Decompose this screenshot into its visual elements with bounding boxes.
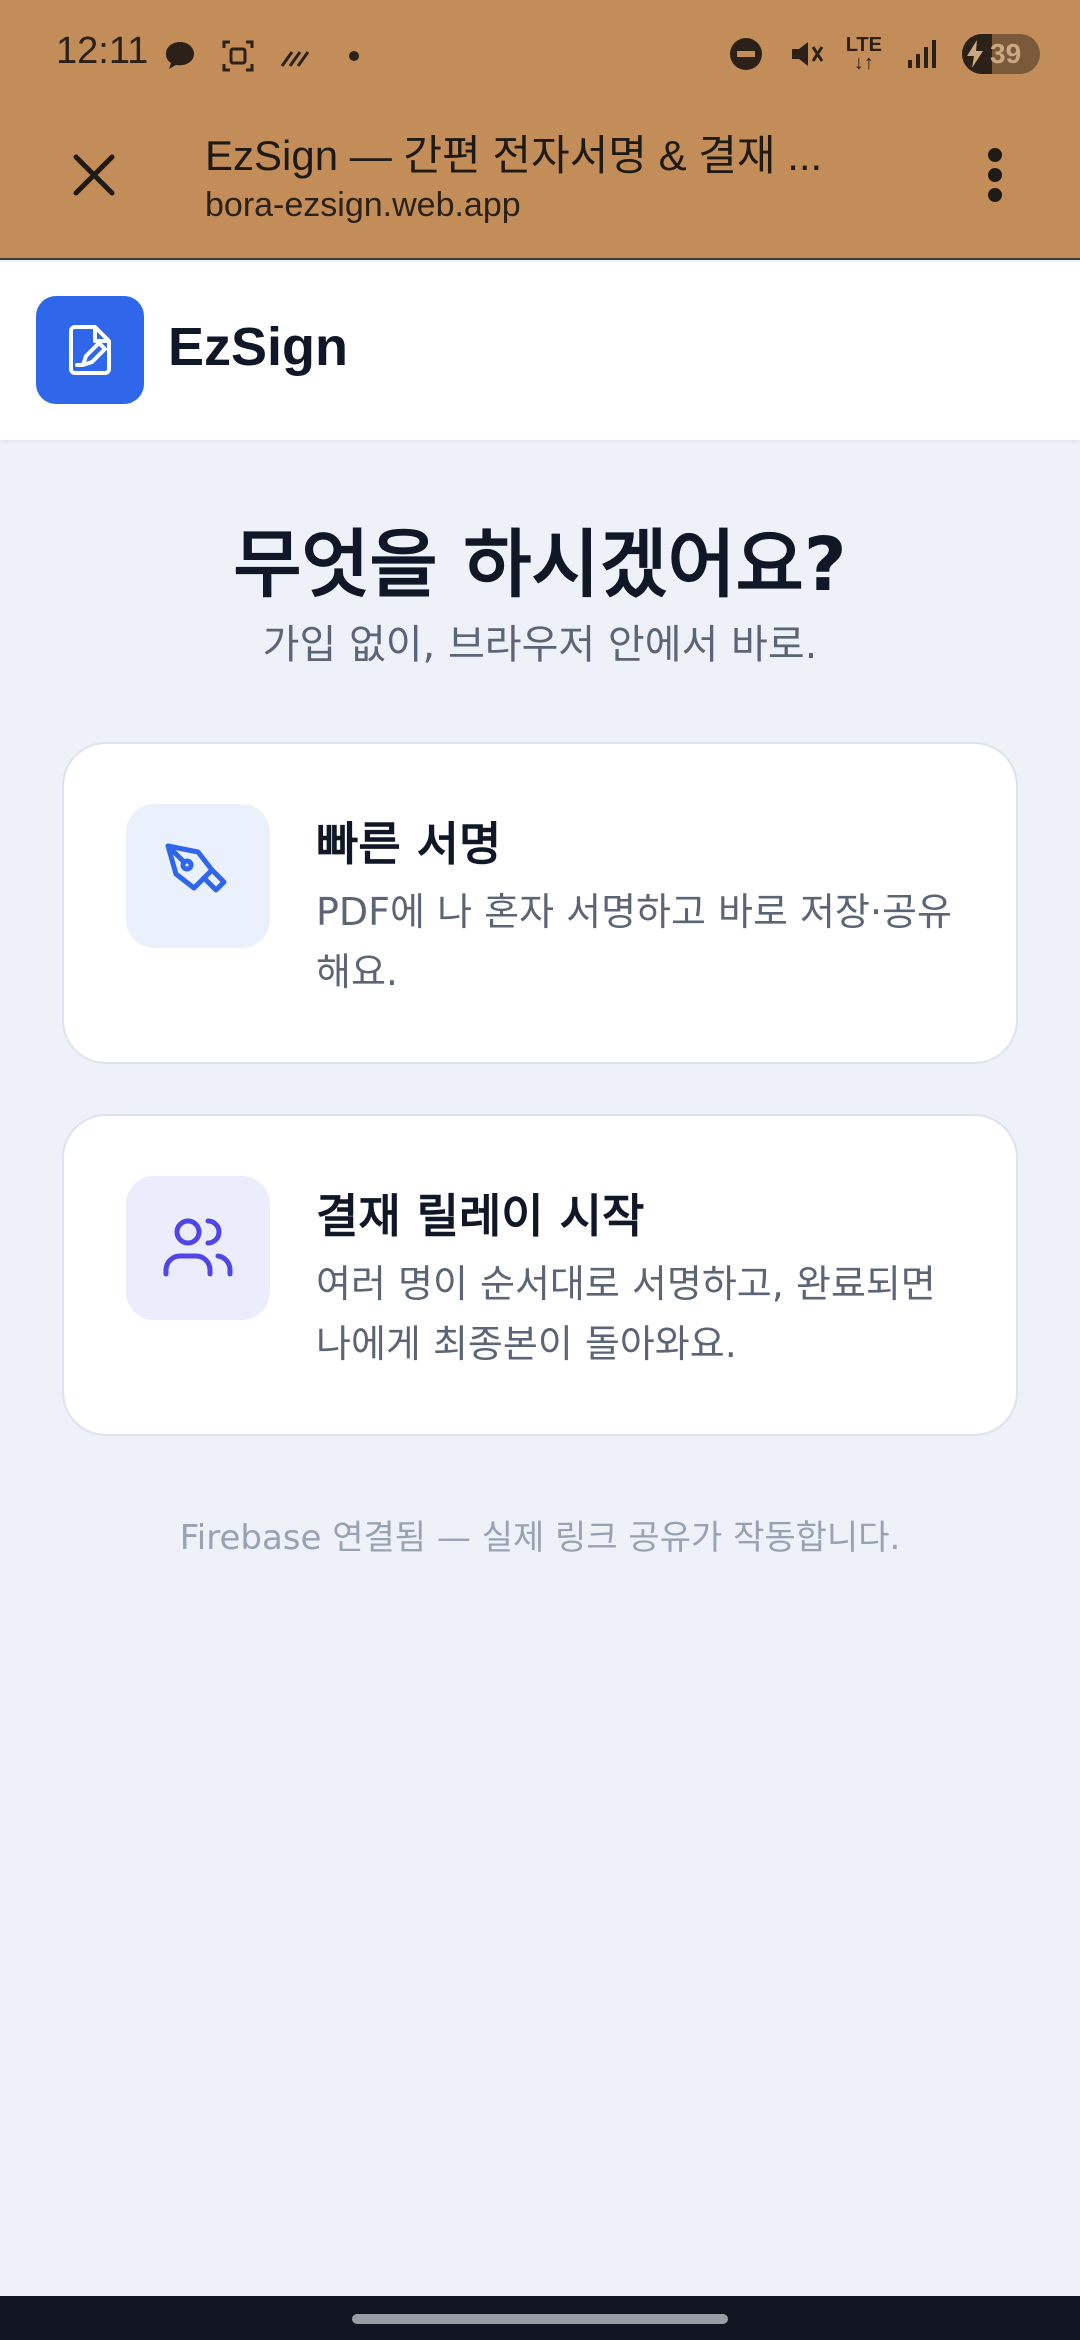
tab-title: EzSign — 간편 전자서명 & 결재 ... [205,132,823,179]
status-bar: 12:11 LTE ↓↑ 39 [0,0,1080,110]
do-not-disturb-icon [729,38,762,70]
pen-nib-icon [165,843,227,893]
approval-relay-title: 결재 릴레이 시작 [316,1189,645,1243]
connection-status: Firebase 연결됨 — 실제 링크 공유가 작동합니다. [179,1518,901,1558]
home-handle[interactable] [352,2314,728,2324]
screen: 12:11 LTE ↓↑ 39 EzSign — 간편 전자서명 & 결재 ..… [0,0,1080,2340]
approval-relay-description: 여러 명이 순서대로 서명하고, 완료되면 나에게 최종본이 돌아와요. [316,1262,936,1366]
brand-name: EzSign [168,317,349,377]
approval-relay-icon-box [126,1176,270,1320]
more-options-button[interactable] [980,145,1010,205]
pattern-icon [280,51,310,67]
close-icon [73,154,115,196]
document-sign-icon [69,325,111,375]
status-time: 12:11 [56,30,149,72]
network-type: LTE ↓↑ [845,34,882,74]
page-title: 무엇을 하시겠어요? [233,522,847,608]
battery-indicator: 39 [962,34,1040,74]
system-icons: LTE ↓↑ 39 [726,34,1040,74]
quick-sign-title: 빠른 서명 [316,817,502,871]
approval-relay-card[interactable]: 결재 릴레이 시작 여러 명이 순서대로 서명하고, 완료되면 나에게 최종본이… [62,1114,1018,1436]
users-icon [163,1218,233,1277]
gesture-nav-bar [0,2296,1080,2340]
dot-icon [349,51,359,61]
notification-icons [160,36,374,76]
charging-icon [962,34,988,74]
quick-sign-card[interactable]: 빠른 서명 PDF에 나 혼자 서명하고 바로 저장·공유해요. [62,742,1018,1064]
app-logo[interactable] [36,296,144,404]
more-vertical-icon [988,148,1002,162]
signal-icon [908,40,936,68]
app-header: EzSign [0,262,1080,440]
screenshot-icon [222,40,254,72]
page-subtitle: 가입 없이, 브라우저 안에서 바로. [262,622,818,668]
browser-toolbar: 12:11 LTE ↓↑ 39 EzSign — 간편 전자서명 & 결재 ..… [0,0,1080,260]
tab-url[interactable]: bora-ezsign.web.app [205,186,521,225]
chat-bubble-icon [166,42,194,69]
battery-percent: 39 [990,38,1022,69]
mute-icon [791,42,823,66]
quick-sign-description: PDF에 나 혼자 서명하고 바로 저장·공유해요. [316,890,952,994]
quick-sign-icon-box [126,804,270,948]
close-tab-button[interactable] [64,145,124,205]
